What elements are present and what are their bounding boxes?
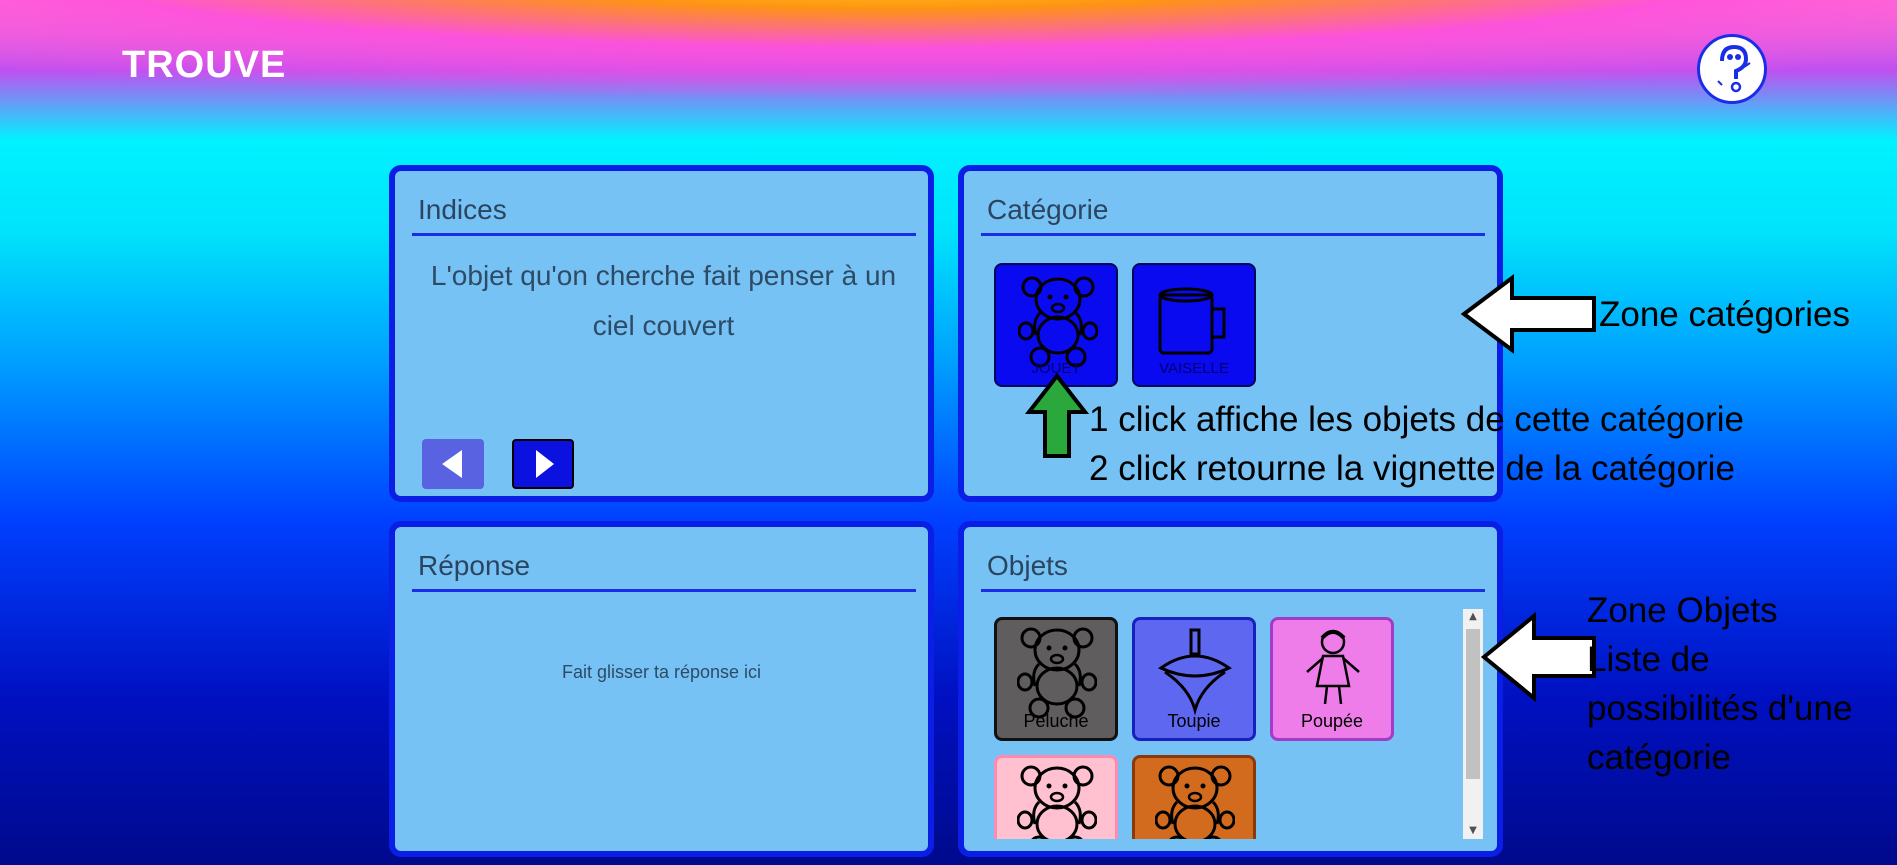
object-tile-peluche[interactable]: Peluche — [994, 617, 1118, 741]
scroll-down-icon[interactable]: ▼ — [1463, 823, 1483, 839]
annotation-objects-zone-4: catégorie — [1587, 738, 1731, 777]
question-mascot-icon — [1717, 44, 1751, 93]
hints-header: Indices — [412, 195, 916, 236]
teddy-bear-icon — [1018, 276, 1098, 368]
help-button[interactable] — [1697, 34, 1767, 104]
mug-icon — [1158, 287, 1226, 355]
previous-hint-button[interactable] — [422, 439, 484, 489]
arrow-right-icon — [536, 450, 554, 478]
app-title: TROUVE — [122, 44, 287, 86]
object-label: Poupée — [1300, 711, 1364, 731]
answer-panel: Réponse Fait glisser ta réponse ici — [389, 521, 934, 857]
category-label: VAISELLE — [1159, 360, 1229, 377]
objects-panel: Objets Peluche Toupie Poupée ▲ ▼ — [958, 521, 1503, 857]
object-label: Peluche — [1023, 711, 1089, 731]
scroll-thumb[interactable] — [1466, 629, 1480, 779]
annotation-objects-zone-2: Liste de — [1587, 640, 1710, 679]
annotation-objects-zone-1: Zone Objets — [1587, 591, 1778, 630]
answer-header: Réponse — [412, 551, 916, 592]
arrow-left-icon — [442, 450, 462, 478]
object-tile-toupie[interactable]: Toupie — [1132, 617, 1256, 741]
hint-text: L'objet qu'on cherche fait penser à un c… — [430, 260, 897, 341]
answer-drop-zone[interactable]: Fait glisser ta réponse ici — [395, 662, 928, 683]
white-arrow-categories-icon — [1460, 274, 1596, 354]
object-label: Toupie — [1167, 711, 1221, 731]
next-hint-button[interactable] — [512, 439, 574, 489]
objects-list[interactable]: Peluche Toupie Poupée — [976, 609, 1483, 839]
doll-icon — [1306, 629, 1360, 705]
hints-panel: Indices L'objet qu'on cherche fait pense… — [389, 165, 934, 502]
objects-header: Objets — [981, 551, 1485, 592]
teddy-bear-icon — [1155, 765, 1235, 839]
categories-header: Catégorie — [981, 195, 1485, 236]
category-tile-jouet[interactable]: JOUET — [994, 263, 1118, 387]
object-tile-orange-bear[interactable] — [1132, 755, 1256, 839]
annotation-categories-zone: Zone catégories — [1599, 295, 1850, 334]
annotation-click-line2: 2 click retourne la vignette de la catég… — [1089, 449, 1735, 488]
annotation-click-line1: 1 click affiche les objets de cette caté… — [1089, 400, 1745, 439]
teddy-bear-icon — [1017, 765, 1097, 839]
object-tile-pink-bear[interactable] — [994, 755, 1118, 839]
annotation-objects-zone-3: possibilités d'une — [1587, 689, 1853, 728]
green-arrow-up-icon — [1025, 372, 1089, 458]
spinning-top-icon — [1158, 628, 1232, 716]
object-tile-poupee[interactable]: Poupée — [1270, 617, 1394, 741]
category-tile-vaiselle[interactable]: VAISELLE — [1132, 263, 1256, 387]
white-arrow-objects-icon — [1480, 612, 1596, 702]
teddy-bear-icon — [1017, 627, 1097, 719]
